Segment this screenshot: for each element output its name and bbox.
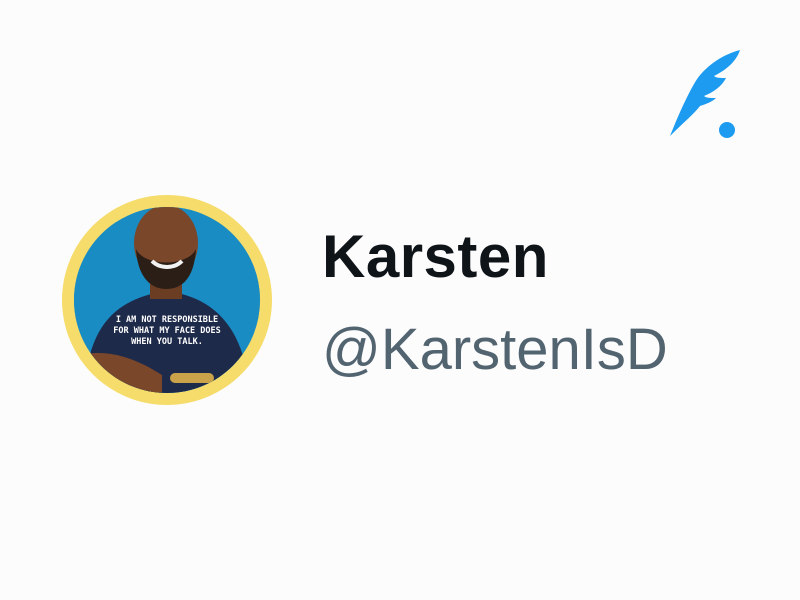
display-name[interactable]: Karsten [322, 222, 549, 291]
username-handle[interactable]: @KarstenIsD [322, 316, 682, 383]
avatar[interactable]: I AM NOT RESPONSIBLE FOR WHAT MY FACE DO… [74, 207, 260, 393]
brand-logo-icon [664, 44, 744, 142]
avatar-shirt-line-1: I AM NOT RESPONSIBLE [116, 315, 218, 325]
avatar-ring: I AM NOT RESPONSIBLE FOR WHAT MY FACE DO… [62, 195, 272, 405]
avatar-shirt-line-2: FOR WHAT MY FACE DOES [113, 326, 220, 336]
avatar-shirt-line-3: WHEN YOU TALK. [131, 337, 203, 347]
